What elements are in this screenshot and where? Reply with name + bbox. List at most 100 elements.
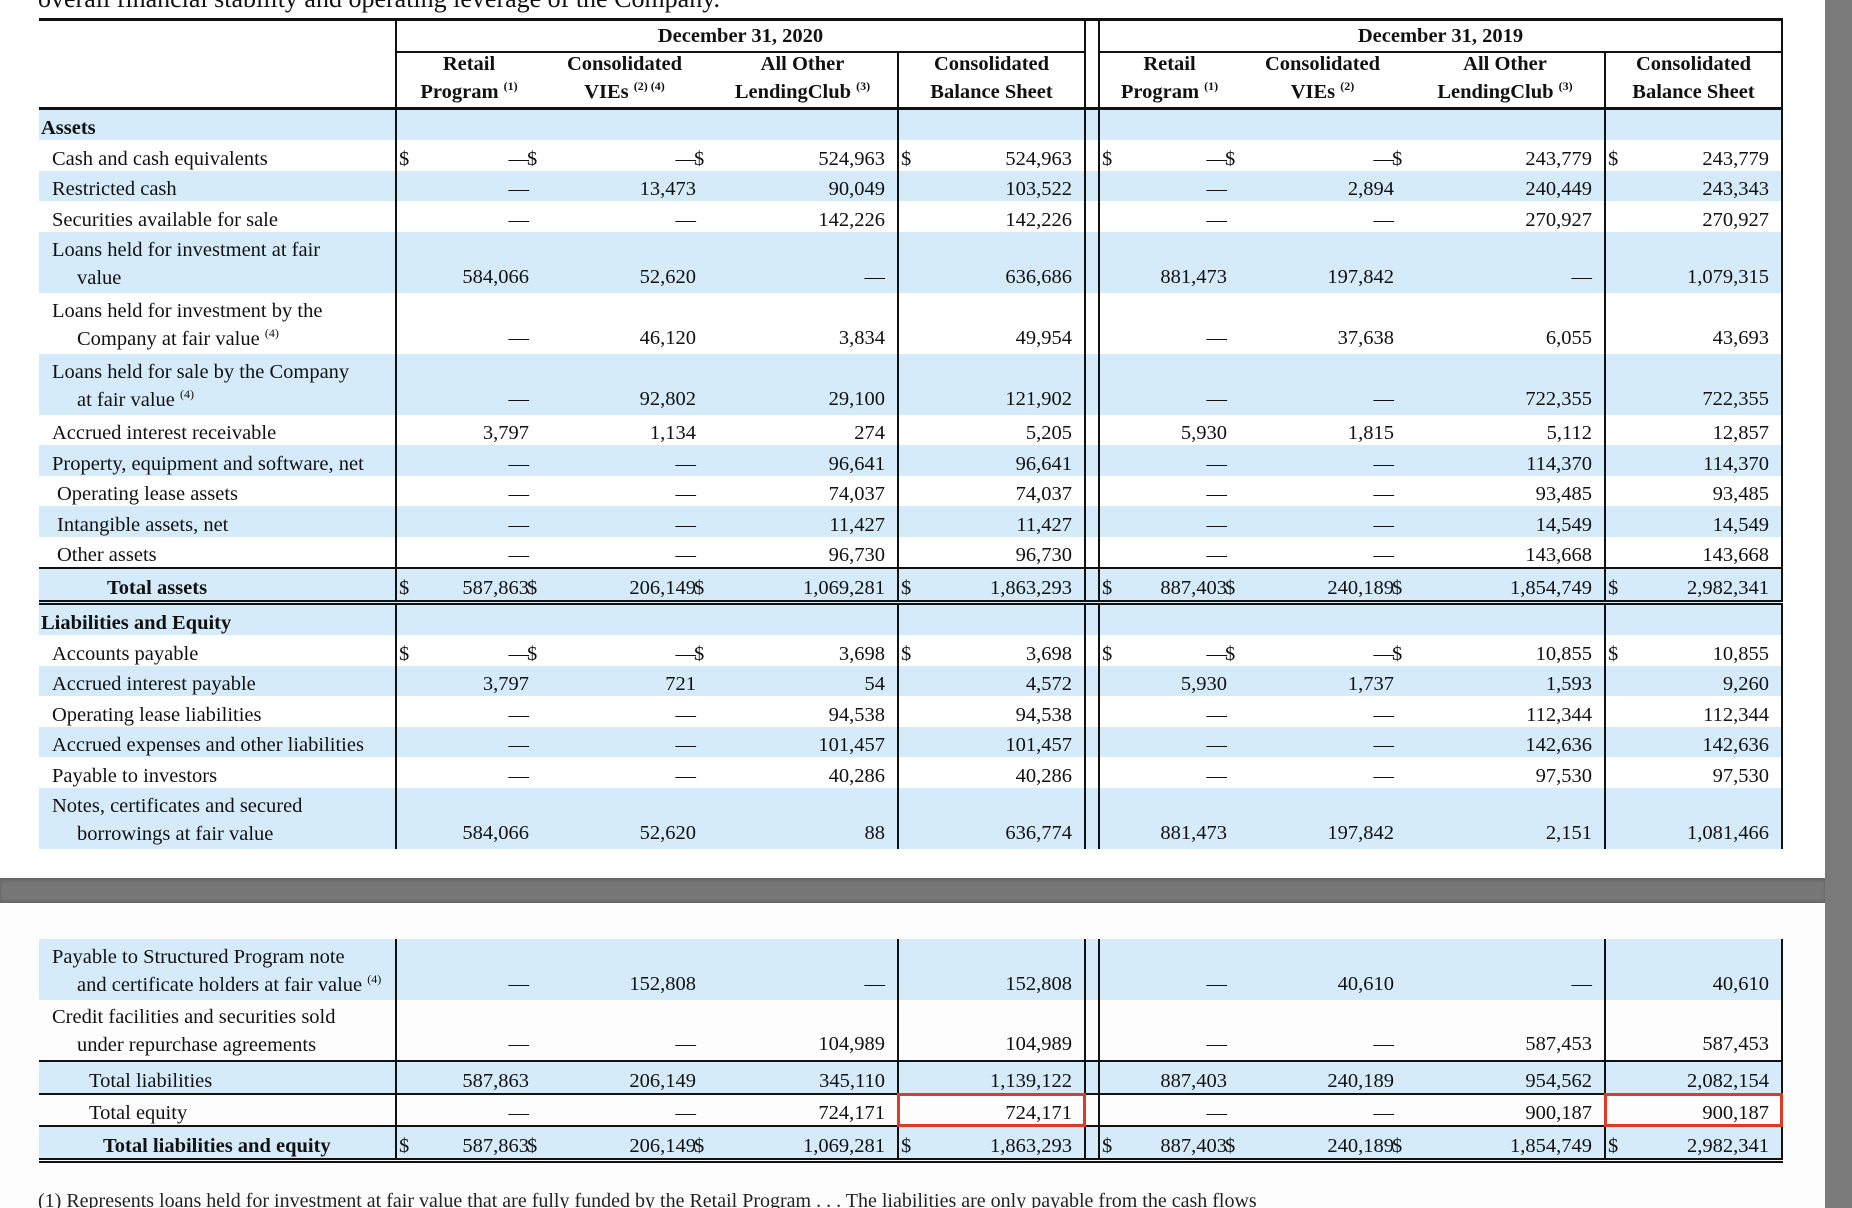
cell-2020-2: 54 <box>708 665 898 697</box>
table-row: Operating lease liabilities — — 94,538 94,53… <box>39 696 1783 727</box>
cell-2019-3: 722,355 <box>1604 353 1783 415</box>
cell-value: 270,927 <box>1702 208 1769 231</box>
cell-value: — <box>675 483 697 506</box>
cell-2019-0: — <box>1098 757 1239 788</box>
cell-2020-1: 52,620 <box>541 787 708 849</box>
column-separator <box>1084 602 1099 636</box>
currency-symbol: $ <box>1608 1134 1619 1157</box>
currency-symbol: $ <box>1608 576 1619 599</box>
row-label: Cash and cash equivalents <box>52 147 268 170</box>
cell-2019-0: — <box>1098 536 1239 569</box>
cell-value: 142,226 <box>818 208 885 231</box>
column-header-2019-2: All Other LendingClub (3) <box>1406 52 1605 110</box>
cell-value: 5,930 <box>1180 422 1227 445</box>
cell-2020-0: 584,066 <box>395 787 541 849</box>
cell-2019-0: $ — <box>1098 140 1239 171</box>
cell-2019-1: 1,815 <box>1239 415 1406 446</box>
cell-value: 9,260 <box>1722 673 1769 696</box>
cell-value: — <box>508 513 530 536</box>
cell-value: 14,549 <box>1535 513 1592 536</box>
cell-value: 1,139,122 <box>990 1069 1072 1092</box>
cell-2019-0: 5,930 <box>1098 414 1239 446</box>
cell-value: — <box>508 544 530 567</box>
cell-value: — <box>508 208 530 231</box>
currency-symbol: $ <box>399 1134 410 1157</box>
cell-value: 1,863,293 <box>990 576 1072 599</box>
document-page-2: Payable to Structured Program note and ce… <box>0 903 1825 1208</box>
cell-value: 954,562 <box>1525 1069 1592 1092</box>
cell-2019-3: 114,370 <box>1604 445 1783 476</box>
cell-2020-3 <box>897 602 1085 636</box>
cell-value: 721 <box>665 673 696 696</box>
cell-2020-3: 5,205 <box>897 414 1085 446</box>
cell-2020-1: $ — <box>527 635 708 666</box>
viewer-scrollbar-track[interactable] <box>1825 0 1852 1208</box>
cell-2020-3: $524,963 <box>897 140 1085 171</box>
cell-value: 97,530 <box>1535 764 1592 787</box>
balance-sheet-table-page-1: December 31, 2020 December 31, 2019 Reta… <box>39 18 1783 849</box>
cell-2020-3: 101,457 <box>897 726 1085 758</box>
cell-2019-2: 722,355 <box>1406 353 1605 415</box>
cell-2019-1: $ — <box>1225 635 1406 666</box>
cell-2020-0: — <box>395 170 541 202</box>
cell-2020-1: 92,802 <box>541 353 708 415</box>
cell-value: 40,286 <box>1015 764 1072 787</box>
cell-2019-0: $ — <box>1098 635 1239 666</box>
currency-symbol: $ <box>1102 147 1113 170</box>
currency-symbol: $ <box>399 576 410 599</box>
cell-value: 112,344 <box>1526 703 1592 726</box>
cell-2019-2: — <box>1406 939 1605 1000</box>
cell-value: — <box>508 642 530 665</box>
cell-2020-3: 104,989 <box>897 1000 1085 1061</box>
row-label: Operating lease assets <box>57 483 239 506</box>
cell-value: — <box>508 1033 530 1055</box>
cell-2019-0: — <box>1098 201 1239 232</box>
cell-value: 114,370 <box>1703 452 1769 475</box>
cell-value: 636,774 <box>1005 821 1072 844</box>
cell-2019-1 <box>1239 602 1406 636</box>
cell-2019-1: — <box>1239 476 1406 507</box>
cell-2020-0: — <box>395 536 541 569</box>
cell-value: 49,954 <box>1015 326 1072 349</box>
cell-2020-0: — <box>395 757 541 788</box>
column-separator <box>1084 787 1099 849</box>
cell-value: 5,112 <box>1546 422 1592 445</box>
cell-2019-1: — <box>1239 1092 1406 1126</box>
table-row: Accrued interest payable 3,797 721 54 4,572 5… <box>39 665 1783 697</box>
cell-2020-1: $206,149 <box>527 567 708 605</box>
cell-2020-3: 636,774 <box>897 787 1085 849</box>
cell-value: 143,668 <box>1702 544 1769 567</box>
cell-value: 54 <box>864 673 886 696</box>
cell-value: 206,149 <box>629 1134 696 1157</box>
cell-2019-2: 954,562 <box>1406 1060 1605 1094</box>
cell-value: 206,149 <box>629 1069 696 1092</box>
cell-2020-3: $3,698 <box>897 635 1085 666</box>
cell-value: 2,982,341 <box>1687 1134 1769 1157</box>
cell-2020-3: $1,863,293 <box>897 567 1085 605</box>
cell-value: — <box>508 387 530 410</box>
cell-2020-2: 3,834 <box>708 293 898 354</box>
column-header-2019-0: Retail Program (1) <box>1098 52 1239 110</box>
cell-2019-1: — <box>1239 353 1406 415</box>
cell-value: — <box>508 764 530 787</box>
cell-2019-0: 887,403 <box>1098 1060 1239 1094</box>
column-header-line1: Consolidated <box>1635 53 1752 75</box>
cell-value: 584,066 <box>462 821 529 844</box>
cell-2019-3: 270,927 <box>1604 201 1783 232</box>
cell-2020-2: 94,538 <box>708 696 898 727</box>
cell-value: — <box>1206 483 1228 506</box>
cell-value: 142,226 <box>1005 208 1072 231</box>
cell-2019-0: — <box>1098 475 1239 507</box>
cell-value: — <box>675 642 697 665</box>
row-label: Accrued interest payable <box>39 665 396 697</box>
cell-2020-1: 13,473 <box>541 170 708 202</box>
currency-symbol: $ <box>1608 642 1619 665</box>
cell-2020-2: 142,226 <box>708 201 898 232</box>
cell-value: 40,610 <box>1712 973 1769 995</box>
cell-2020-2: 104,989 <box>708 1000 898 1061</box>
currency-symbol: $ <box>1608 147 1619 170</box>
cell-2019-2 <box>1406 108 1605 141</box>
cell-2019-3: 12,857 <box>1604 414 1783 446</box>
currency-symbol: $ <box>901 576 912 599</box>
document-page-1: overall financial stability and operatin… <box>0 0 1825 878</box>
